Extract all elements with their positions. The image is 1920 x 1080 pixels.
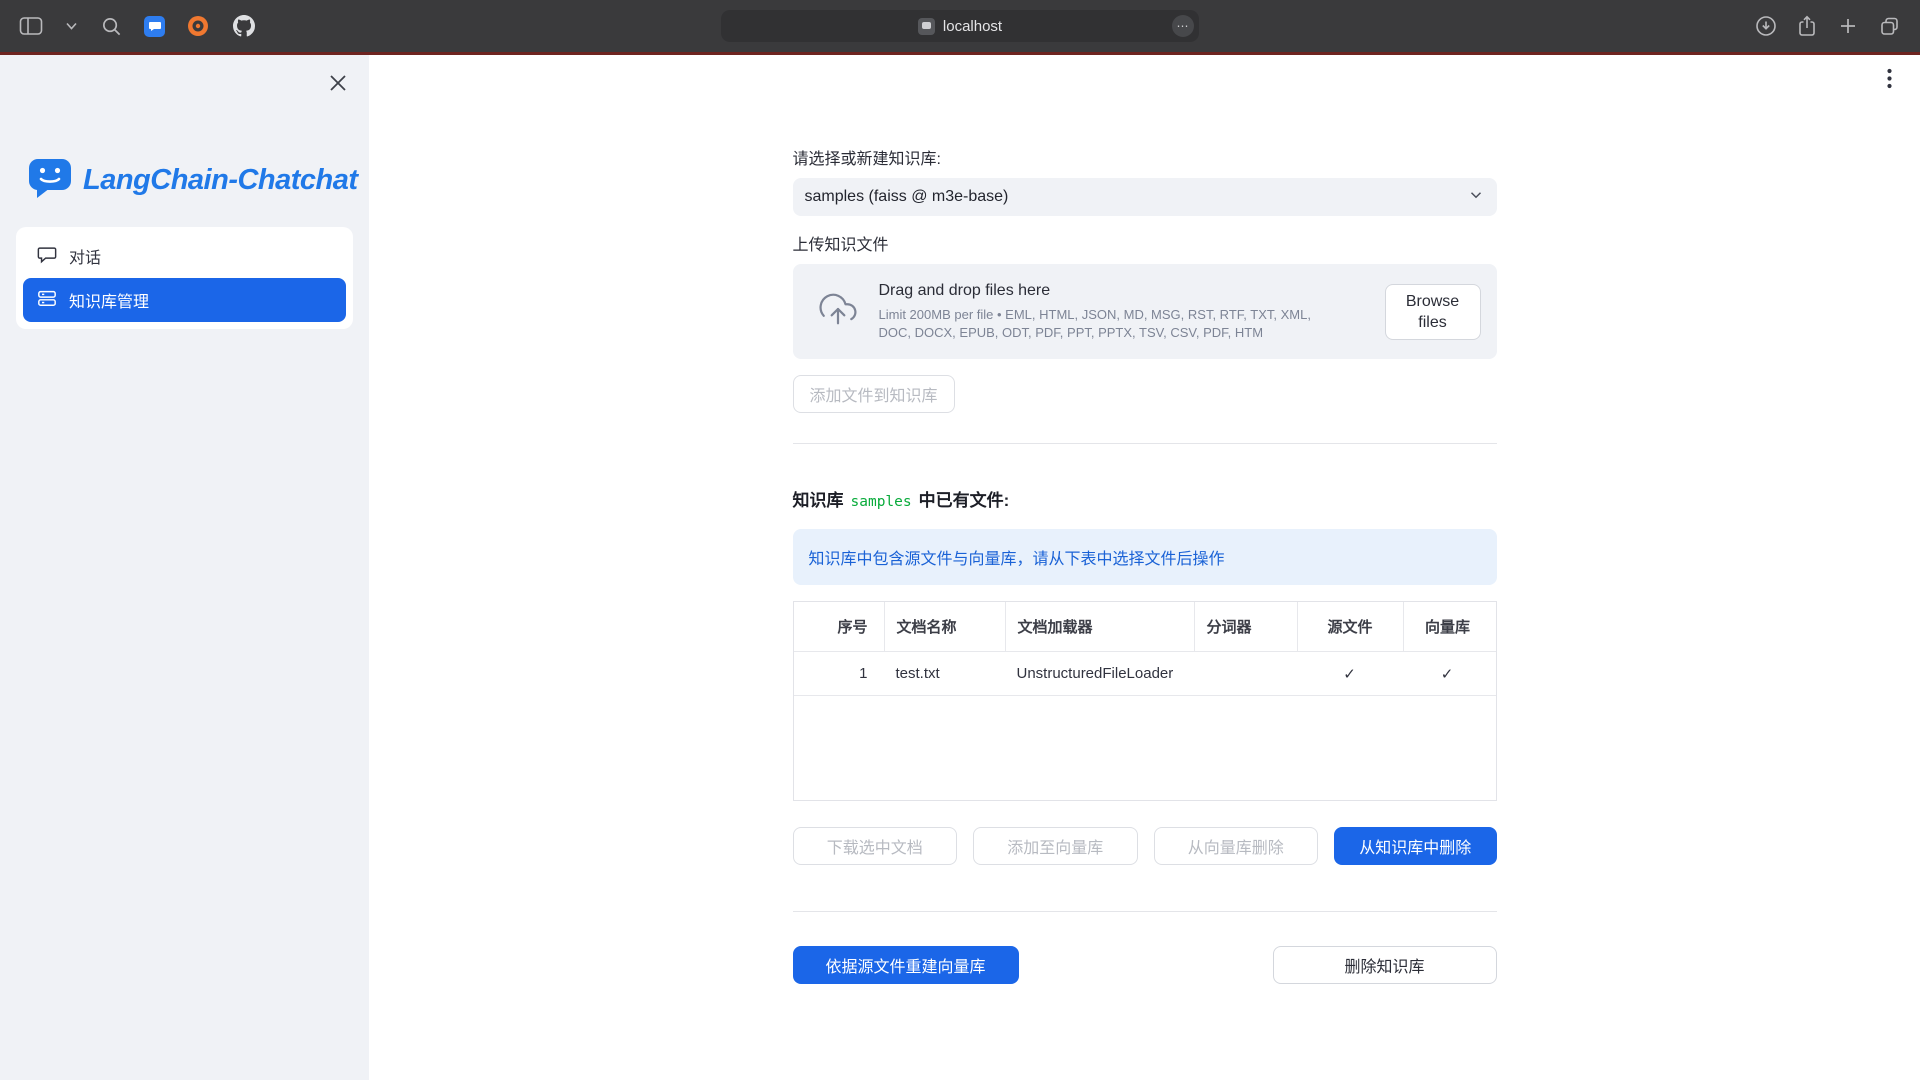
pinned-app-icon-orange[interactable] [185, 13, 211, 39]
remove-from-vector-store-button[interactable]: 从向量库删除 [1154, 827, 1319, 865]
sidebar-nav: 对话 知识库管理 [16, 227, 353, 329]
select-chevron-icon [1467, 186, 1485, 209]
app-window: LangChain-Chatchat 对话 [0, 55, 1920, 1080]
chat-bubble-icon [37, 244, 57, 269]
kb-bottom-actions: 依据源文件重建向量库 删除知识库 [793, 946, 1497, 984]
info-banner: 知识库中包含源文件与向量库，请从下表中选择文件后操作 [793, 529, 1497, 585]
logo-text: LangChain-Chatchat [83, 164, 358, 197]
knowledge-base-icon [37, 288, 57, 313]
search-icon[interactable] [98, 13, 124, 39]
uploader-title: Drag and drop files here [879, 282, 1371, 300]
app-logo: LangChain-Chatchat [27, 157, 358, 204]
app-main: 请选择或新建知识库: samples (faiss @ m3e-base) 上传… [369, 55, 1920, 1080]
rebuild-vector-store-button[interactable]: 依据源文件重建向量库 [793, 946, 1019, 984]
cell-vector-check[interactable]: ✓ [1403, 652, 1492, 695]
cell-index[interactable]: 1 [794, 652, 884, 695]
sidebar-toggle-icon[interactable] [18, 13, 44, 39]
download-selected-button[interactable]: 下载选中文档 [793, 827, 958, 865]
kb-select-value: samples (faiss @ m3e-base) [805, 188, 1009, 206]
uploader-texts: Drag and drop files here Limit 200MB per… [879, 282, 1371, 342]
downloads-icon[interactable] [1753, 13, 1779, 39]
address-url: localhost [943, 18, 1002, 35]
kb-select[interactable]: samples (faiss @ m3e-base) [793, 178, 1497, 216]
cloud-upload-icon [819, 290, 857, 333]
share-icon[interactable] [1794, 13, 1820, 39]
streamlit-menu-icon[interactable] [1876, 65, 1902, 91]
toolbar-left-group [18, 0, 257, 52]
kb-files-heading: 知识库 samples 中已有文件: [793, 490, 1497, 513]
kb-select-label: 请选择或新建知识库: [793, 150, 1497, 170]
sidebar-close-icon[interactable] [325, 70, 351, 96]
browser-toolbar: localhost ⋯ [0, 0, 1920, 52]
sidebar-item-dialogue[interactable]: 对话 [23, 234, 346, 278]
table-actions-row: 下载选中文档 添加至向量库 从向量库删除 从知识库中删除 [793, 827, 1497, 865]
tab-overview-icon[interactable] [1876, 13, 1902, 39]
chevron-down-icon[interactable] [64, 13, 78, 39]
github-icon[interactable] [231, 13, 257, 39]
kb-heading-code: samples [851, 491, 912, 513]
kb-heading-pre: 知识库 [793, 490, 844, 512]
cell-splitter[interactable] [1194, 652, 1297, 695]
table-header-index: 序号 [794, 602, 884, 651]
add-to-vector-store-button[interactable]: 添加至向量库 [973, 827, 1138, 865]
table-row[interactable]: 1 test.txt UnstructuredFileLoader ✓ ✓ [794, 652, 1496, 696]
table-header-splitter: 分词器 [1194, 602, 1297, 651]
app-sidebar: LangChain-Chatchat 对话 [0, 55, 369, 1080]
sidebar-item-knowledge-base[interactable]: 知识库管理 [23, 278, 346, 322]
kb-files-table: 序号 文档名称 文档加载器 分词器 源文件 向量库 1 test.txt Uns… [793, 601, 1497, 801]
logo-chat-icon [27, 157, 73, 204]
delete-from-kb-button[interactable]: 从知识库中删除 [1334, 827, 1497, 865]
browse-files-button[interactable]: Browse files [1385, 284, 1481, 340]
uploader-limit: Limit 200MB per file • EML, HTML, JSON, … [879, 306, 1319, 342]
table-header-source: 源文件 [1297, 602, 1403, 651]
cell-loader[interactable]: UnstructuredFileLoader [1005, 652, 1194, 695]
divider [793, 911, 1497, 912]
content-column: 请选择或新建知识库: samples (faiss @ m3e-base) 上传… [793, 150, 1497, 984]
pinned-app-icon-blue[interactable] [144, 16, 165, 37]
site-favicon [918, 18, 935, 35]
divider [793, 443, 1497, 444]
file-uploader-dropzone[interactable]: Drag and drop files here Limit 200MB per… [793, 264, 1497, 359]
address-more-icon[interactable]: ⋯ [1172, 15, 1194, 37]
upload-label: 上传知识文件 [793, 236, 1497, 256]
table-header-loader: 文档加载器 [1005, 602, 1194, 651]
screen: localhost ⋯ [0, 0, 1920, 1080]
kb-heading-post: 中已有文件: [919, 490, 1010, 512]
cell-name[interactable]: test.txt [884, 652, 1005, 695]
toolbar-right-group [1753, 0, 1902, 52]
add-files-to-kb-button[interactable]: 添加文件到知识库 [793, 375, 955, 413]
sidebar-item-label: 对话 [69, 244, 101, 268]
table-header-vector: 向量库 [1403, 602, 1492, 651]
cell-source-check[interactable]: ✓ [1297, 652, 1403, 695]
address-bar[interactable]: localhost ⋯ [721, 10, 1199, 42]
table-header-name: 文档名称 [884, 602, 1005, 651]
sidebar-item-label: 知识库管理 [69, 288, 149, 312]
new-tab-icon[interactable] [1835, 13, 1861, 39]
table-header-row: 序号 文档名称 文档加载器 分词器 源文件 向量库 [794, 602, 1496, 652]
delete-kb-button[interactable]: 删除知识库 [1273, 946, 1497, 984]
